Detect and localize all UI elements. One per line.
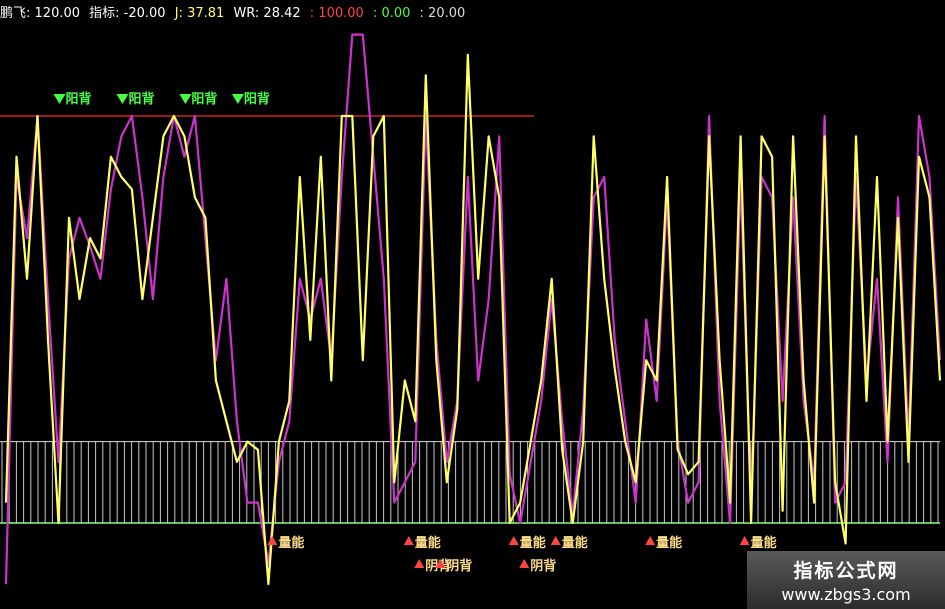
red-signal-arrow [508, 536, 519, 545]
red-signal-arrow [267, 536, 278, 545]
red-signal-arrow [739, 536, 750, 545]
green-signal-label: 阳背 [65, 91, 91, 107]
site-watermark: 指标公式网 www.zbgs3.com [747, 551, 945, 609]
green-signal-arrow [116, 94, 129, 104]
indicator-header: 鹏飞: 120.00 指标: -20.00 J: 37.81 WR: 28.42… [0, 2, 470, 26]
green-signal-label: 阳背 [244, 91, 270, 107]
red-signal-label: 阴背 [446, 558, 472, 574]
red-signal-label: 量能 [520, 535, 546, 551]
red-signal-label: 量能 [656, 535, 682, 551]
red-signal-label: 量能 [751, 535, 777, 551]
indicator-value: 指标: -20.00 [89, 6, 166, 21]
red-signal-arrow [519, 559, 530, 568]
level-20-value: : 20.00 [419, 6, 466, 21]
watermark-title: 指标公式网 [793, 560, 899, 582]
green-signal-label: 阳背 [191, 91, 217, 107]
green-signal-arrow [179, 94, 192, 104]
green-signal-arrow [231, 94, 244, 104]
watermark-url: www.zbgs3.com [781, 585, 911, 604]
level-100-value: : 100.00 [309, 6, 364, 21]
red-signal-label: 量能 [562, 535, 588, 551]
j-value: J: 37.81 [174, 6, 225, 21]
red-signal-arrow [414, 559, 425, 568]
red-signal-label: 量能 [415, 535, 441, 551]
green-signal-arrow [53, 94, 66, 104]
red-signal-label: 阴背 [530, 558, 556, 574]
red-signal-arrow [550, 536, 561, 545]
red-signal-label: 量能 [278, 535, 304, 551]
indicator-name: 鹏飞: 120.00 [0, 6, 81, 21]
indicator-chart: 阳背阳背阳背阳背量能量能阴背阴背量能阴背量能量能量能 [0, 33, 942, 586]
wr-value: WR: 28.42 [233, 6, 301, 21]
red-signal-arrow [403, 536, 414, 545]
green-signal-label: 阳背 [128, 91, 154, 107]
red-signal-arrow [645, 536, 656, 545]
oversold-band-hatching [1, 441, 939, 523]
level-0-value: : 0.00 [372, 6, 411, 21]
